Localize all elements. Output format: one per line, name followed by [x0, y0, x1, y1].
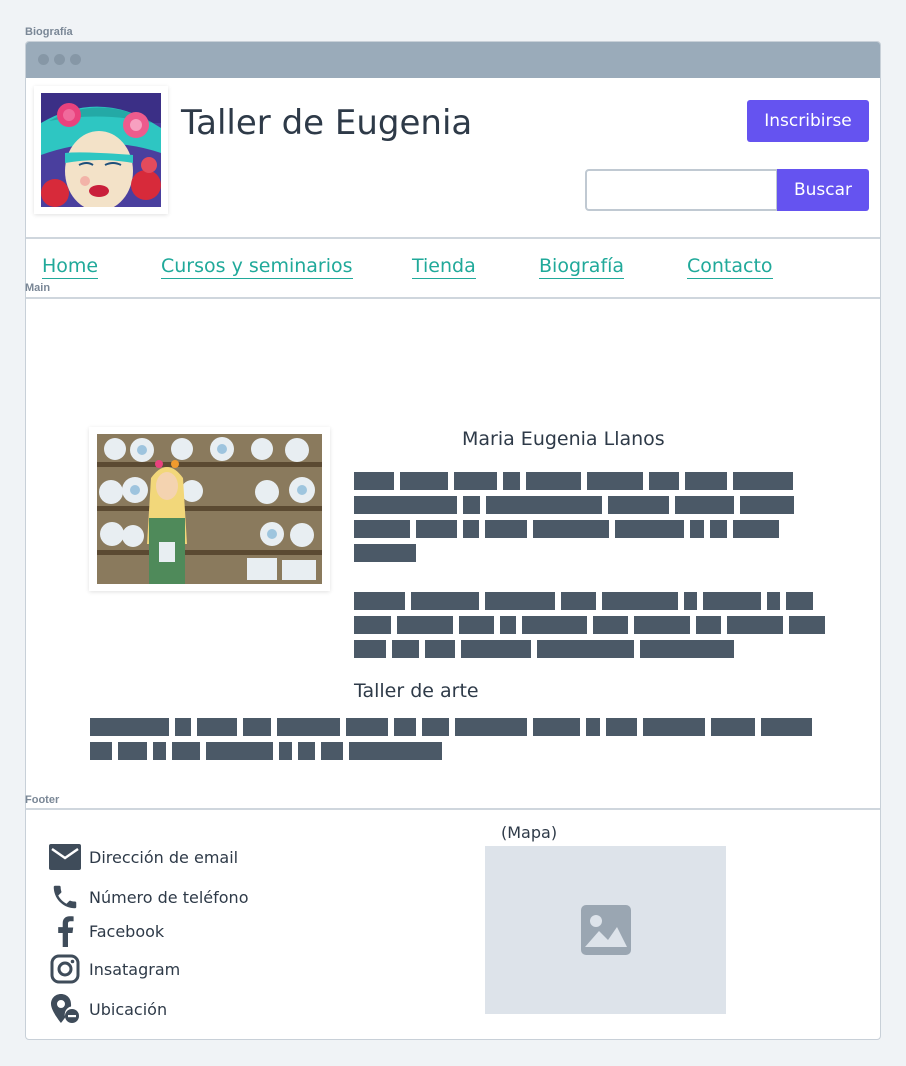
search-button[interactable]: Buscar: [777, 169, 869, 211]
window-dot-icon[interactable]: [70, 54, 81, 65]
window-dot-icon[interactable]: [54, 54, 65, 65]
instagram-icon: [48, 952, 82, 986]
biography-photo: [89, 427, 330, 591]
painted-lady-logo-icon: [41, 93, 161, 207]
footer-divider: [26, 808, 880, 810]
signup-button[interactable]: Inscribirse: [747, 100, 869, 142]
nav-link-cursos[interactable]: Cursos y seminarios: [161, 254, 353, 279]
site-title: Taller de Eugenia: [181, 103, 473, 143]
email-icon: [48, 840, 82, 874]
placeholder-text-line: [90, 742, 442, 760]
browser-frame: Taller de Eugenia Inscribirse Buscar Hom…: [25, 41, 881, 1040]
footer-contact-instagram[interactable]: Insatagram: [48, 952, 180, 986]
section-label-main: Main: [25, 282, 51, 294]
art-workshop-heading: Taller de arte: [354, 680, 479, 702]
artist-photo-icon: [97, 434, 322, 584]
footer-contact-label: Insatagram: [89, 959, 181, 979]
facebook-icon: [48, 914, 82, 948]
placeholder-text-line: [354, 616, 825, 634]
placeholder-text-line: [354, 496, 794, 514]
placeholder-text-line: [354, 544, 416, 562]
footer-contact-label: Dirección de email: [89, 847, 239, 867]
placeholder-text-line: [354, 472, 793, 490]
footer-contact-label: Ubicación: [89, 999, 168, 1019]
search-input[interactable]: [585, 169, 778, 211]
image-placeholder-icon: [580, 905, 631, 955]
nav-link-tienda[interactable]: Tienda: [412, 254, 476, 279]
nav-link-contacto[interactable]: Contacto: [687, 254, 773, 279]
footer-contact-facebook[interactable]: Facebook: [48, 914, 164, 948]
artist-name-heading: Maria Eugenia Llanos: [462, 428, 665, 450]
nav-link-biografia[interactable]: Biografía: [539, 254, 625, 279]
header-divider: [26, 237, 880, 239]
placeholder-text-line: [354, 640, 734, 658]
footer-contact-location[interactable]: Ubicación: [48, 992, 167, 1026]
footer-contact-label: Facebook: [89, 921, 165, 941]
window-titlebar: [26, 42, 880, 78]
footer-contact-email[interactable]: Dirección de email: [48, 840, 238, 874]
placeholder-text-line: [354, 592, 813, 610]
placeholder-text-line: [90, 718, 812, 736]
nav-link-home[interactable]: Home: [42, 254, 99, 279]
map-placeholder[interactable]: [485, 846, 726, 1014]
section-label-biografia: Biografía: [25, 26, 73, 38]
site-logo[interactable]: [34, 86, 168, 214]
section-label-footer: Footer: [25, 794, 60, 806]
window-dot-icon[interactable]: [38, 54, 49, 65]
phone-icon: [48, 880, 82, 914]
placeholder-text-line: [354, 520, 779, 538]
nav-divider: [26, 297, 880, 299]
map-label: (Mapa): [501, 823, 558, 842]
footer-contact-phone[interactable]: Número de teléfono: [48, 880, 248, 914]
footer-contact-label: Número de teléfono: [89, 887, 249, 907]
location-icon: [48, 992, 82, 1026]
